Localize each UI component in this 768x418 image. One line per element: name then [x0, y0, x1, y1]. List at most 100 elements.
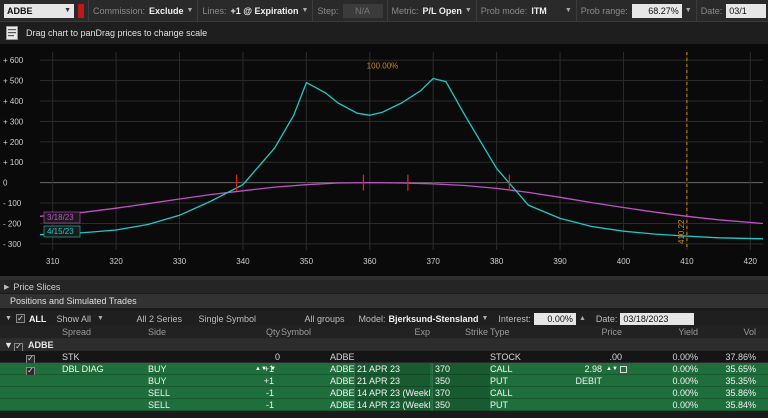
all-label: ALL: [28, 313, 47, 324]
x-axis: 310 320 330 340 350 360 370 380 390 400 410 420: [46, 257, 758, 266]
symbol-input[interactable]: ADBE ▼: [4, 3, 74, 18]
table-row[interactable]: SELL -1 ADBE 14 APR 23 (Weekl... 350 PUT…: [0, 399, 768, 411]
cell-yield: 0.00%: [672, 400, 698, 410]
y-axis: + 600 + 500 + 400 + 300 + 200 + 100 0 - 100 - 20…: [3, 56, 24, 249]
group-symbol: ADBE: [28, 340, 54, 350]
cell-side[interactable]: SELL: [148, 399, 170, 411]
chevron-down-icon[interactable]: ▼: [4, 339, 13, 351]
series-line-4-15-23[interactable]: [39, 77, 764, 240]
pl-chart[interactable]: + 600 + 500 + 400 + 300 + 200 + 100 0 - 100 - 20…: [0, 44, 768, 276]
y-tick-label: - 200: [3, 219, 22, 228]
metric-value[interactable]: P/L Open: [423, 6, 462, 16]
col-header-side[interactable]: Side: [148, 326, 166, 339]
prob-range-input[interactable]: 68.27%: [631, 3, 682, 18]
col-header-type[interactable]: Type: [490, 326, 510, 339]
cell-qty[interactable]: -1: [240, 399, 274, 411]
chevron-down-icon[interactable]: ▼: [685, 7, 692, 14]
cell-price[interactable]: 2.98: [560, 363, 602, 375]
chevron-down-icon[interactable]: ▼: [465, 7, 472, 14]
chevron-down-icon[interactable]: ▼: [187, 7, 194, 14]
interest-input[interactable]: 0.00%: [533, 312, 576, 325]
step-field[interactable]: Step: N/A: [313, 0, 388, 21]
document-icon[interactable]: [6, 26, 18, 40]
chevron-down-icon[interactable]: ▼: [64, 7, 71, 14]
cell-type[interactable]: CALL: [490, 387, 513, 399]
show-all-select[interactable]: Show All ▼: [51, 311, 131, 326]
prob-mode-field[interactable]: Prob mode: ITM ▼: [477, 0, 577, 21]
chevron-down-icon[interactable]: ▼: [565, 7, 572, 14]
cell-exp[interactable]: 14 APR 23 (Weekl...: [354, 399, 430, 411]
table-row[interactable]: BUY +1 ADBE 21 APR 23 350 PUT DEBIT 0.00…: [0, 375, 768, 387]
cell-qty[interactable]: -1: [240, 387, 274, 399]
col-header-qty[interactable]: Qty: [240, 326, 280, 339]
cell-type[interactable]: PUT: [490, 375, 508, 387]
table-row[interactable]: ✓ DBL DIAG BUY +1 ▲▼ ▼ ADBE 21 APR 23 37…: [0, 363, 768, 376]
model-select[interactable]: Model: Bjerksund-Stensland ▼: [353, 311, 493, 326]
date-field[interactable]: Date: 03/1: [697, 0, 768, 21]
chevron-down-icon[interactable]: ▼: [270, 363, 276, 375]
y-tick-label: + 600: [3, 56, 24, 65]
metric-field[interactable]: Metric: P/L Open ▼: [388, 0, 477, 21]
alert-flag-icon[interactable]: [78, 3, 84, 18]
x-tick-label: 370: [427, 257, 441, 266]
cell-qty[interactable]: +1: [240, 375, 274, 387]
table-row[interactable]: ✓ STK 0 ADBE STOCK .00 0.00% 37.86%: [0, 351, 768, 364]
cell-side[interactable]: SELL: [148, 387, 170, 399]
expand-triangle-icon[interactable]: ▶: [4, 283, 9, 291]
table-date-field[interactable]: Date: 03/18/2023: [591, 311, 700, 326]
cell-exp[interactable]: 14 APR 23 (Weekly: [354, 387, 430, 399]
table-date-input[interactable]: 03/18/2023: [620, 312, 695, 325]
cell-side[interactable]: BUY: [148, 363, 167, 375]
table-row[interactable]: SELL -1 ADBE 14 APR 23 (Weekly 370 CALL …: [0, 387, 768, 399]
col-header-yield[interactable]: Yield: [658, 326, 698, 339]
series-select[interactable]: All 2 Series: [131, 311, 193, 326]
groups-select[interactable]: All groups: [299, 311, 353, 326]
groups-value: All groups: [304, 313, 345, 324]
stepper-icon[interactable]: ▲: [579, 315, 586, 322]
cell-type[interactable]: CALL: [490, 363, 513, 375]
select-all-checkbox[interactable]: ✓: [15, 314, 25, 323]
prob-mode-value[interactable]: ITM: [531, 6, 547, 16]
lines-value[interactable]: +1 @ Expiration: [231, 6, 299, 16]
pl-chart-svg[interactable]: + 600 + 500 + 400 + 300 + 200 + 100 0 - 100 - 20…: [0, 44, 768, 276]
step-input[interactable]: N/A: [342, 3, 383, 18]
col-header-symbol[interactable]: Symbol: [281, 326, 311, 339]
chevron-down-icon[interactable]: ▼: [97, 315, 104, 322]
lines-field[interactable]: Lines: +1 @ Expiration ▼: [198, 0, 314, 21]
interest-field[interactable]: Interest: 0.00% ▲: [493, 311, 590, 326]
col-header-price[interactable]: Price: [580, 326, 622, 339]
cell-exp[interactable]: 21 APR 23: [354, 375, 430, 387]
cell-strike[interactable]: 350: [432, 399, 490, 411]
x-tick-label: 360: [363, 257, 377, 266]
commission-value[interactable]: Exclude: [149, 6, 184, 16]
y-tick-label: - 100: [3, 199, 22, 208]
series-value: All 2 Series: [136, 313, 182, 324]
interest-label: Interest:: [498, 313, 531, 324]
group-row-adbe[interactable]: ▼ ✓ ADBE: [0, 339, 768, 352]
price-slices-section[interactable]: ▶ Price Slices: [0, 280, 768, 293]
col-header-strike[interactable]: Strike: [448, 326, 488, 339]
cell-strike[interactable]: 350: [432, 375, 490, 387]
col-header-spread[interactable]: Spread: [62, 326, 91, 339]
cell-exp[interactable]: 21 APR 23: [354, 363, 430, 375]
chevron-down-icon[interactable]: ▼: [5, 315, 12, 322]
cell-yield: 0.00%: [672, 352, 698, 362]
y-tick-label: + 300: [3, 117, 24, 126]
cell-strike[interactable]: 370: [432, 387, 490, 399]
cell-strike[interactable]: 370: [432, 363, 490, 375]
chevron-down-icon[interactable]: ▼: [481, 315, 488, 322]
prob-range-label: Prob range:: [580, 5, 628, 16]
cell-type[interactable]: PUT: [490, 399, 508, 411]
lock-icon[interactable]: [617, 363, 627, 375]
prob-range-field[interactable]: Prob range: 68.27% ▼: [577, 0, 697, 21]
chevron-down-icon[interactable]: ▼: [302, 7, 309, 14]
cell-side[interactable]: BUY: [148, 375, 167, 387]
date-input[interactable]: 03/1: [726, 3, 767, 18]
symbol-field[interactable]: ADBE ▼: [0, 0, 89, 21]
col-header-exp[interactable]: Exp: [390, 326, 430, 339]
symbol-mode-select[interactable]: Single Symbol: [193, 311, 299, 326]
collapse-all-toggle[interactable]: ▼ ✓ ALL: [0, 311, 51, 326]
qty-stepper-icon[interactable]: ▲▼: [255, 363, 267, 375]
commission-field[interactable]: Commission: Exclude ▼: [89, 0, 199, 21]
col-header-vol[interactable]: Vol: [726, 326, 756, 339]
